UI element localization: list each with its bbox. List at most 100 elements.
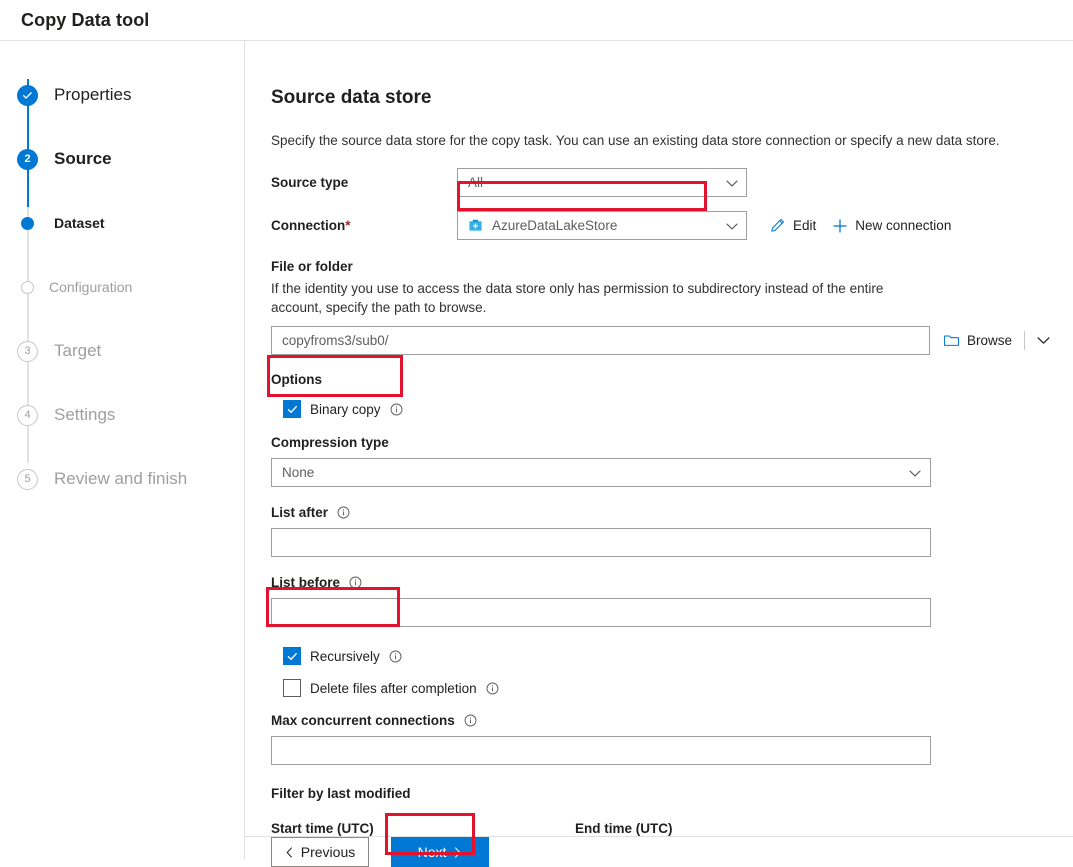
sidebar-item-properties[interactable]: Properties (0, 63, 244, 127)
end-time-label: End time (UTC) (575, 821, 673, 836)
compression-type-value: None (282, 465, 315, 480)
connection-value-wrap: AzureDataLakeStore (458, 212, 746, 239)
source-type-select[interactable]: All (457, 168, 747, 197)
max-concurrent-connections-block: Max concurrent connections (271, 713, 1073, 765)
wizard-stepper: Properties 2 Source Dataset Configuratio… (0, 41, 245, 860)
chevron-left-icon (286, 846, 292, 858)
sidebar-item-review-and-finish[interactable]: 5 Review and finish (0, 447, 244, 511)
compression-type-select[interactable]: None (271, 458, 931, 487)
sidebar-item-label-target: Target (54, 341, 102, 360)
chevron-right-icon (455, 846, 461, 858)
list-before-label-text: List before (271, 575, 341, 590)
list-after-input[interactable] (271, 528, 931, 557)
new-connection-button[interactable]: New connection (832, 218, 951, 234)
info-icon[interactable] (337, 506, 350, 519)
window-title: Copy Data tool (21, 9, 150, 30)
file-or-folder-input-row: copyfroms3/sub0/ Browse (271, 326, 1073, 355)
check-icon (287, 405, 297, 413)
info-icon[interactable] (349, 576, 362, 589)
filter-by-last-modified-heading: Filter by last modified (271, 786, 411, 801)
browse-dropdown-button[interactable] (1037, 332, 1050, 350)
max-concurrent-connections-input[interactable] (271, 736, 931, 765)
app-shell: Properties 2 Source Dataset Configuratio… (0, 41, 1073, 867)
next-button[interactable]: Next (391, 837, 489, 867)
edit-connection-label: Edit (793, 218, 817, 233)
options-block: Options Binary copy Compression type Non… (271, 372, 1073, 836)
filter-time-labels-row: Start time (UTC) End time (UTC) (271, 821, 1073, 836)
delete-files-checkbox[interactable] (283, 679, 301, 697)
filter-by-last-modified-block: Filter by last modified Start time (UTC)… (271, 786, 1073, 836)
next-button-label: Next (417, 844, 447, 860)
step-number-2: 2 (17, 148, 38, 170)
folder-icon (944, 335, 959, 346)
max-concurrent-connections-label: Max concurrent connections (271, 713, 1073, 728)
info-icon[interactable] (464, 714, 477, 727)
source-data-store-form: Source data store Specify the source dat… (245, 41, 1073, 836)
sidebar-item-label-review: Review and finish (54, 469, 188, 488)
dot-icon (17, 213, 38, 234)
list-before-input[interactable] (271, 598, 931, 627)
sidebar-item-source[interactable]: 2 Source (0, 127, 244, 191)
sidebar-item-dataset[interactable]: Dataset (0, 191, 244, 255)
sidebar-item-configuration[interactable]: Configuration (0, 255, 244, 319)
sidebar-item-label-properties: Properties (54, 85, 132, 104)
list-before-label: List before (271, 575, 1073, 590)
connection-actions: Edit New connection (769, 217, 951, 234)
browse-button[interactable]: Browse (943, 333, 1012, 348)
source-type-row: Source type All (271, 168, 1073, 197)
source-type-value: All (468, 175, 484, 190)
connection-row: Connection* AzureDataLakeStore Edit New … (271, 211, 1073, 240)
info-icon[interactable] (390, 403, 403, 416)
edit-connection-button[interactable]: Edit (769, 217, 816, 234)
source-type-label: Source type (271, 175, 349, 190)
binary-copy-checkbox[interactable] (283, 400, 301, 418)
main-content: Source data store Specify the source dat… (245, 41, 1073, 867)
connection-label: Connection* (271, 218, 457, 233)
step-number-5: 5 (17, 468, 38, 490)
file-or-folder-input[interactable]: copyfroms3/sub0/ (271, 326, 930, 355)
file-or-folder-block: File or folder If the identity you use t… (271, 259, 1073, 355)
previous-button-label: Previous (300, 844, 356, 860)
sidebar-item-settings[interactable]: 4 Settings (0, 383, 244, 447)
file-or-folder-help: If the identity you use to access the da… (271, 281, 884, 315)
list-after-label: List after (271, 505, 1073, 520)
sidebar-item-label-configuration: Configuration (49, 279, 133, 295)
recursively-checkbox-row[interactable]: Recursively (283, 647, 1073, 665)
step-number-3: 3 (17, 340, 38, 362)
previous-button[interactable]: Previous (271, 837, 369, 867)
max-concurrent-connections-label-text: Max concurrent connections (271, 713, 455, 728)
info-icon[interactable] (389, 650, 402, 663)
file-or-folder-value: copyfroms3/sub0/ (282, 333, 389, 348)
browse-label: Browse (967, 333, 1013, 348)
pencil-icon (771, 218, 784, 232)
plus-icon (833, 218, 847, 233)
chevron-down-icon (726, 175, 738, 190)
start-time-label: Start time (UTC) (271, 821, 374, 836)
list-after-block: List after (271, 505, 1073, 557)
binary-copy-label: Binary copy (310, 401, 381, 417)
sidebar-item-label-dataset: Dataset (54, 215, 105, 231)
options-label: Options (271, 372, 322, 387)
circle-icon (21, 280, 34, 294)
step-number-4: 4 (17, 404, 38, 426)
info-icon[interactable] (486, 682, 499, 695)
delete-files-label: Delete files after completion (310, 680, 477, 696)
recursively-label: Recursively (310, 648, 380, 664)
connection-select[interactable]: AzureDataLakeStore (457, 211, 747, 240)
chevron-down-icon (909, 465, 921, 480)
recursively-checkbox[interactable] (283, 647, 301, 665)
required-indicator: * (345, 218, 351, 233)
chevron-down-icon (726, 218, 738, 233)
binary-copy-checkbox-row[interactable]: Binary copy (283, 400, 1073, 418)
check-icon (17, 84, 38, 106)
sidebar-item-label-source: Source (54, 149, 112, 168)
delete-files-checkbox-row[interactable]: Delete files after completion (283, 679, 1073, 697)
sidebar-item-target[interactable]: 3 Target (0, 319, 244, 383)
browse-divider (1024, 331, 1026, 350)
check-icon (287, 652, 297, 660)
list-after-label-text: List after (271, 505, 329, 520)
new-connection-label: New connection (855, 218, 952, 233)
list-before-block: List before (271, 575, 1073, 627)
sidebar-item-label-settings: Settings (54, 405, 116, 424)
connection-label-text: Connection (271, 218, 346, 233)
